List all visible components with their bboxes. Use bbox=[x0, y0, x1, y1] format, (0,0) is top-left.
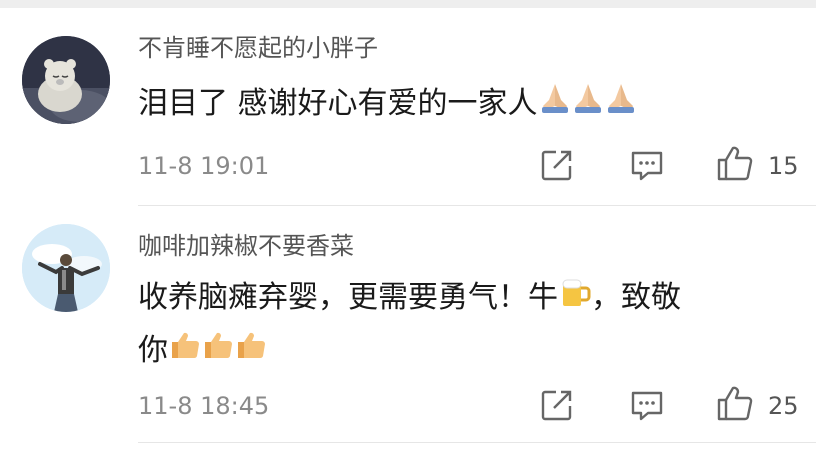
folded-hands-emoji bbox=[539, 79, 571, 131]
comment-icon bbox=[631, 151, 663, 181]
comment-icon bbox=[631, 391, 663, 421]
timestamp: 11-8 19:01 bbox=[138, 152, 270, 180]
share-icon bbox=[541, 390, 572, 421]
reply-button[interactable] bbox=[630, 148, 664, 186]
comment-text-body: 收养脑瘫弃婴，更需要勇气！牛 bbox=[138, 280, 558, 315]
comment-text: 泪目了 感谢好心有爱的一家人 bbox=[138, 78, 798, 131]
top-divider bbox=[0, 0, 816, 8]
divider bbox=[138, 442, 816, 443]
comment-text: 收养脑瘫弃婴，更需要勇气！牛 ，致敬你 bbox=[138, 272, 798, 377]
share-icon bbox=[541, 150, 572, 181]
thumbs-up-emoji bbox=[235, 325, 267, 377]
share-button[interactable] bbox=[540, 388, 574, 426]
comment-item: 不肯睡不愿起的小胖子 泪目了 感谢好心有爱的一家人 11-8 19:01 15 bbox=[0, 8, 816, 206]
like-button[interactable] bbox=[716, 144, 754, 186]
username[interactable]: 咖啡加辣椒不要香菜 bbox=[138, 226, 354, 261]
comment-item: 咖啡加辣椒不要香菜 收养脑瘫弃婴，更需要勇气！牛 ，致敬你 11-8 18:45 … bbox=[0, 206, 816, 450]
thumbs-up-emoji bbox=[202, 325, 234, 377]
comment-text-suffix: ，致敬 bbox=[591, 280, 681, 315]
reply-button[interactable] bbox=[630, 388, 664, 426]
timestamp: 11-8 18:45 bbox=[138, 392, 270, 420]
comment-text-body: 泪目了 感谢好心有爱的一家人 bbox=[138, 86, 538, 121]
thumbs-up-emoji bbox=[169, 325, 201, 377]
folded-hands-emoji bbox=[572, 79, 604, 131]
beer-mug-emoji bbox=[559, 273, 591, 325]
like-count: 15 bbox=[768, 152, 799, 180]
person-in-sky-avatar-icon bbox=[22, 224, 110, 312]
like-button[interactable] bbox=[716, 384, 754, 426]
avatar[interactable] bbox=[22, 224, 110, 312]
folded-hands-emoji bbox=[605, 79, 637, 131]
share-button[interactable] bbox=[540, 148, 574, 186]
like-count: 25 bbox=[768, 392, 799, 420]
thumbs-up-icon bbox=[717, 386, 753, 421]
sleeping-bear-avatar-icon bbox=[22, 36, 110, 124]
avatar[interactable] bbox=[22, 36, 110, 124]
comment-text-line2: 你 bbox=[138, 332, 168, 368]
thumbs-up-icon bbox=[717, 146, 753, 181]
username[interactable]: 不肯睡不愿起的小胖子 bbox=[138, 28, 378, 63]
